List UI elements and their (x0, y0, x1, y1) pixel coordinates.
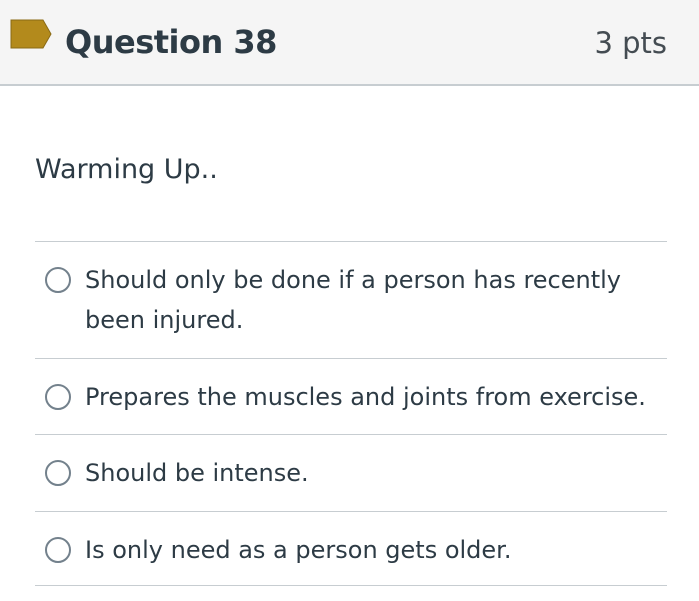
radio-button[interactable] (45, 384, 71, 410)
answer-option-3[interactable]: Should be intense. (35, 435, 667, 512)
question-points: 3 pts (594, 26, 667, 60)
answer-label[interactable]: Should only be done if a person has rece… (85, 260, 657, 340)
answer-option-4[interactable]: Is only need as a person gets older. (35, 512, 667, 586)
radio-button[interactable] (45, 460, 71, 486)
answer-label[interactable]: Should be intense. (85, 453, 657, 493)
question-title: Question 38 (65, 23, 277, 61)
radio-button[interactable] (45, 267, 71, 293)
flag-icon[interactable] (10, 19, 52, 49)
answer-option-1[interactable]: Should only be done if a person has rece… (35, 242, 667, 359)
answer-label[interactable]: Is only need as a person gets older. (85, 530, 657, 570)
radio-button[interactable] (45, 537, 71, 563)
answer-option-2[interactable]: Prepares the muscles and joints from exe… (35, 359, 667, 435)
answer-label[interactable]: Prepares the muscles and joints from exe… (85, 377, 657, 417)
answer-list: Should only be done if a person has rece… (35, 241, 667, 586)
question-text: Warming Up.. (35, 154, 218, 185)
question-header: Question 38 3 pts (0, 0, 699, 86)
